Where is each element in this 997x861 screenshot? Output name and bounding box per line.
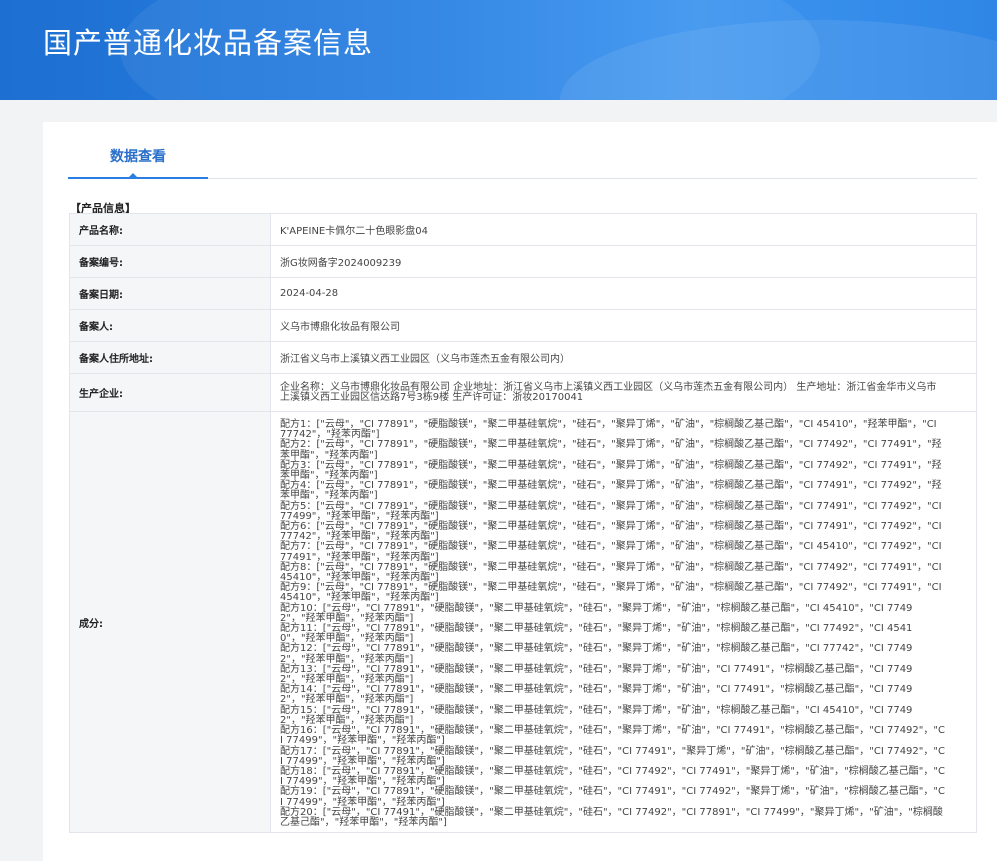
tab-bar: 数据查看 xyxy=(68,122,977,179)
formula-item: 配方17：["云母"，"CI 77891"，"硬脂酸镁"，"聚二甲基硅氧烷"，"… xyxy=(280,745,945,767)
table-row: 备案人住所地址: 浙江省义乌市上溪镇义西工业园区（义乌市莲杰五金有限公司内） xyxy=(69,341,977,374)
formula-item: 配方11：["云母"，"CI 77891"，"硬脂酸镁"，"聚二甲基硅氧烷"，"… xyxy=(280,623,913,645)
formula-item: 配方16：["云母"，"CI 77891"，"硬脂酸镁"，"聚二甲基硅氧烷"，"… xyxy=(280,725,945,747)
formula-item: 配方9：["云母"，"CI 77891"，"硬脂酸镁"，"聚二甲基硅氧烷"，"硅… xyxy=(280,582,942,604)
manufacturer-value: 企业名称：义乌市博鼎化妆品有限公司 企业地址：浙江省义乌市上溪镇义西工业园区（义… xyxy=(270,373,977,412)
formula-item: 配方1：["云母"，"CI 77891"，"硬脂酸镁"，"聚二甲基硅氧烷"，"硅… xyxy=(280,419,937,441)
formula-item: 配方12：["云母"，"CI 77891"，"硬脂酸镁"，"聚二甲基硅氧烷"，"… xyxy=(280,643,913,665)
row-label: 产品名称: xyxy=(69,213,271,246)
table-row: 生产企业: 企业名称：义乌市博鼎化妆品有限公司 企业地址：浙江省义乌市上溪镇义西… xyxy=(69,373,977,412)
formula-item: 配方10：["云母"，"CI 77891"，"硬脂酸镁"，"聚二甲基硅氧烷"，"… xyxy=(280,602,913,624)
tab-active-indicator xyxy=(128,173,138,178)
formula-item: 配方4：["云母"，"CI 77891"，"硬脂酸镁"，"聚二甲基硅氧烷"，"硅… xyxy=(280,480,942,502)
row-label: 备案人: xyxy=(69,309,271,342)
row-label: 备案编号: xyxy=(69,245,271,278)
formula-item: 配方2：["云母"，"CI 77891"，"硬脂酸镁"，"聚二甲基硅氧烷"，"硅… xyxy=(280,439,942,461)
formula-item: 配方20：["云母"，"CI 77491"，"硬脂酸镁"，"聚二甲基硅氧烷"，"… xyxy=(280,806,943,828)
header-banner: 国产普通化妆品备案信息 xyxy=(0,0,997,100)
formula-item: 配方18：["云母"，"CI 77891"，"硬脂酸镁"，"聚二甲基硅氧烷"，"… xyxy=(280,765,945,788)
formula-item: 配方15：["云母"，"CI 77891"，"硬脂酸镁"，"聚二甲基硅氧烷"，"… xyxy=(280,704,913,726)
formula-item: 配方19：["云母"，"CI 77891"，"硬脂酸镁"，"聚二甲基硅氧烷"，"… xyxy=(280,786,945,808)
table-row: 备案编号: 浙G妆网备字2024009239 xyxy=(69,245,977,278)
ingredients-value: 配方1：["云母"，"CI 77891"，"硬脂酸镁"，"聚二甲基硅氧烷"，"硅… xyxy=(270,410,977,834)
row-label: 备案人住所地址: xyxy=(69,341,271,374)
registrant-value: 义乌市博鼎化妆品有限公司 xyxy=(270,309,977,342)
table-row: 备案日期: 2024-04-28 xyxy=(69,277,977,310)
formula-item: 配方7：["云母"，"CI 77891"，"硬脂酸镁"，"聚二甲基硅氧烷"，"硅… xyxy=(280,541,942,563)
registrant-address-value: 浙江省义乌市上溪镇义西工业园区（义乌市莲杰五金有限公司内） xyxy=(270,341,977,374)
table-row: 成分: 配方1：["云母"，"CI 77891"，"硬脂酸镁"，"聚二甲基硅氧烷… xyxy=(69,410,977,834)
formula-item: 配方14：["云母"，"CI 77891"，"硬脂酸镁"，"聚二甲基硅氧烷"，"… xyxy=(280,684,913,706)
formula-item: 配方3：["云母"，"CI 77891"，"硬脂酸镁"，"聚二甲基硅氧烷"，"硅… xyxy=(280,459,942,482)
table-row: 备案人: 义乌市博鼎化妆品有限公司 xyxy=(69,309,977,342)
record-date-value: 2024-04-28 xyxy=(270,277,977,310)
page-title: 国产普通化妆品备案信息 xyxy=(43,26,374,60)
row-label: 成分: xyxy=(69,410,271,834)
formula-item: 配方8：["云母"，"CI 77891"，"硬脂酸镁"，"聚二甲基硅氧烷"，"硅… xyxy=(280,561,942,584)
formula-item: 配方13：["云母"，"CI 77891"，"硬脂酸镁"，"聚二甲基硅氧烷"，"… xyxy=(280,663,913,686)
product-info-table: 产品名称: K'APEINE卡佩尔二十色眼影盘04 备案编号: 浙G妆网备字20… xyxy=(69,213,977,834)
formula-item: 配方5：["云母"，"CI 77891"，"硬脂酸镁"，"聚二甲基硅氧烷"，"硅… xyxy=(280,500,942,522)
row-label: 生产企业: xyxy=(69,373,271,412)
row-label: 备案日期: xyxy=(69,277,271,310)
product-name-value: K'APEINE卡佩尔二十色眼影盘04 xyxy=(270,213,977,246)
table-row: 产品名称: K'APEINE卡佩尔二十色眼影盘04 xyxy=(69,213,977,246)
record-number-value: 浙G妆网备字2024009239 xyxy=(270,245,977,278)
content-panel: 数据查看 【产品信息】 产品名称: K'APEINE卡佩尔二十色眼影盘04 备案… xyxy=(43,122,997,861)
tab-data-view[interactable]: 数据查看 xyxy=(68,122,208,179)
tab-label: 数据查看 xyxy=(110,149,166,165)
formula-item: 配方6：["云母"，"CI 77891"，"硬脂酸镁"，"聚二甲基硅氧烷"，"硅… xyxy=(280,521,942,543)
